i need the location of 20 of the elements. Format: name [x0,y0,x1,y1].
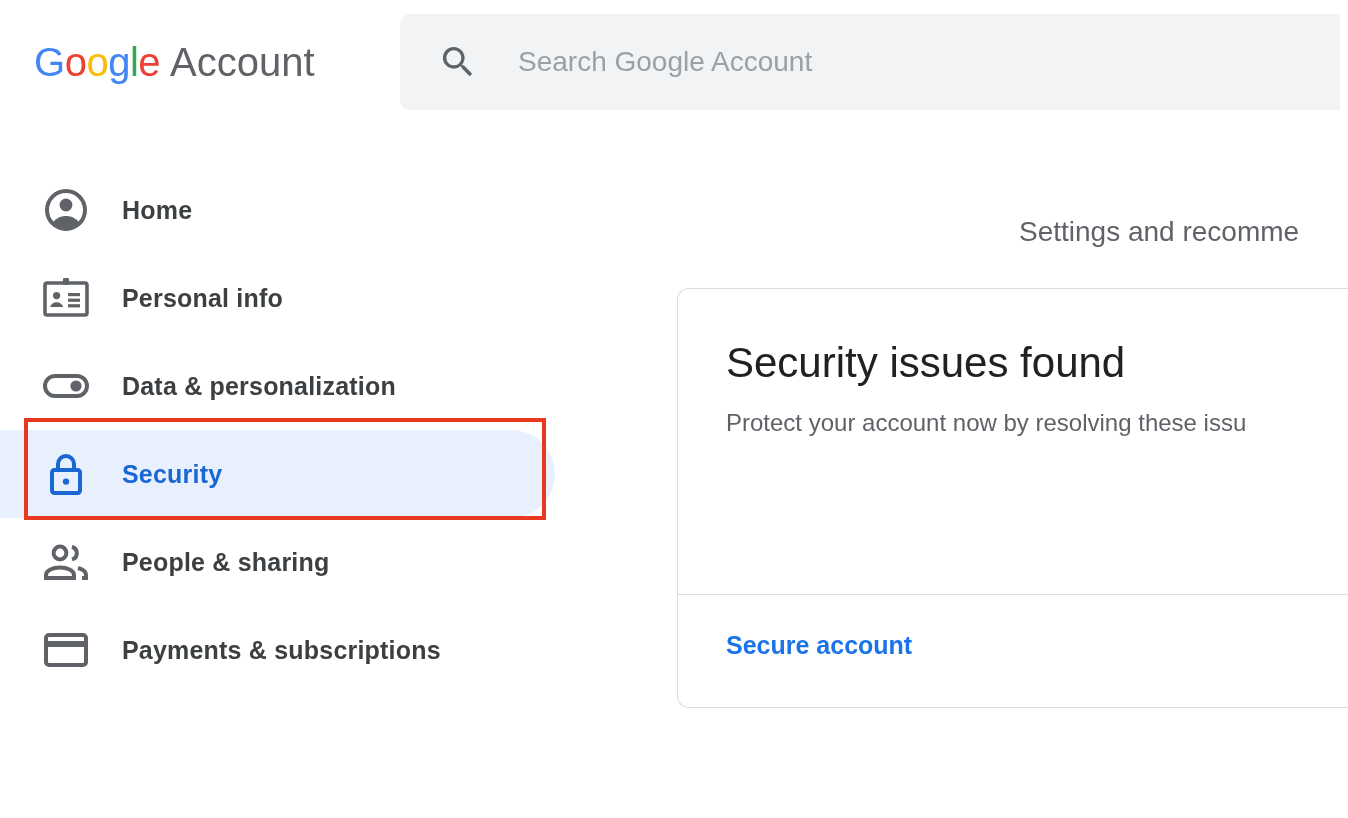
sidebar-item[interactable]: Payments & subscriptions [0,606,555,694]
sidebar-label: Home [122,195,193,225]
sidebar-label: Data & personalization [122,371,396,401]
sidebar-label: Personal info [122,283,283,313]
product-name: Account [170,39,315,85]
card-title: Security issues found [726,339,1127,387]
logo-wordmark: Google [34,39,160,85]
sidebar-label: Payments & subscriptions [122,635,441,665]
section-heading: Settings and recomme [1019,216,1301,248]
search-field[interactable]: Search Google Account [516,45,1120,79]
sidebar-item[interactable]: Personal info [0,254,555,342]
secure-account-link[interactable]: Secure account [726,631,913,659]
sidebar-label: Security [122,459,223,489]
sidebar-item[interactable]: Security [0,430,555,518]
sidebar-label: People & sharing [122,547,330,577]
card-text: Protect your account now by resolving these issu [726,409,1248,437]
account-circle-icon [42,186,90,234]
sidebar-item[interactable]: Data & personalization [0,342,555,430]
sidebar-item[interactable]: People & sharing [0,518,555,606]
sidebar-item[interactable]: Home [0,166,555,254]
